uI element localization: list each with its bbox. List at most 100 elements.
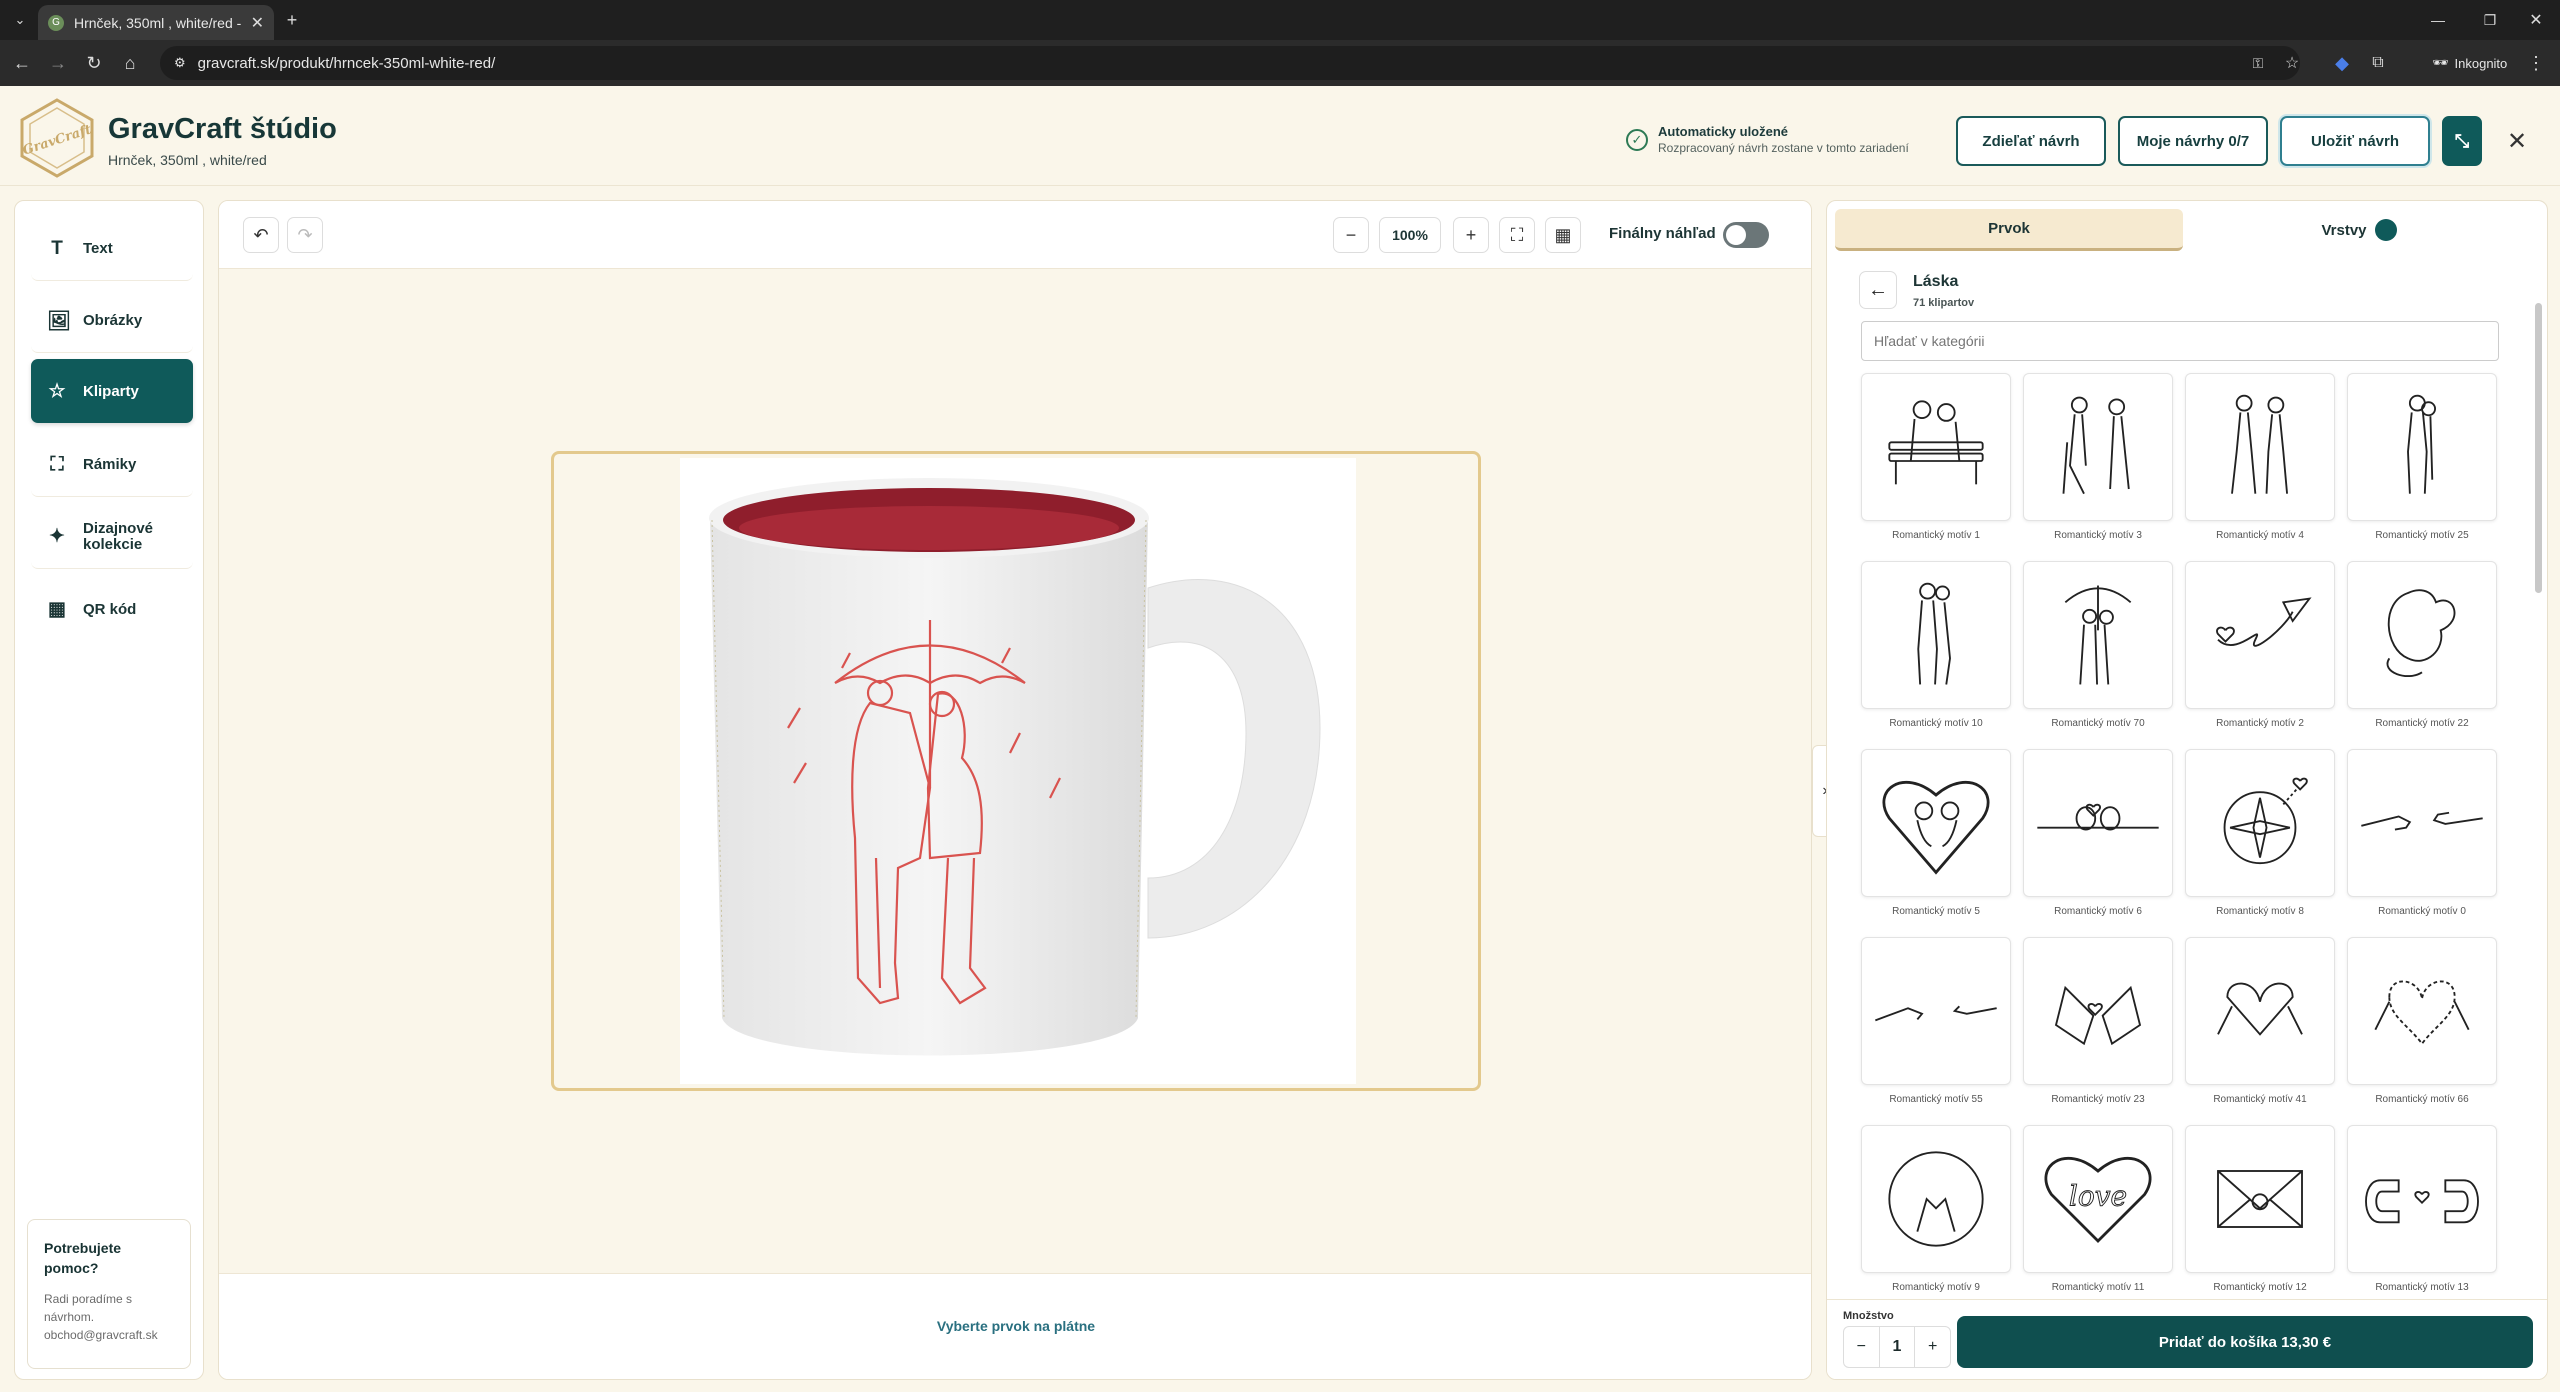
clipart-thumbnail[interactable]: [1861, 373, 2011, 521]
clipart-caption: Romantický motív 8: [2216, 906, 2304, 917]
sidebar-item-cliparts[interactable]: ☆ Kliparty: [31, 359, 193, 423]
undo-button[interactable]: ↶: [243, 217, 279, 253]
close-window-icon[interactable]: ✕: [2522, 6, 2550, 34]
sidebar-item-qr[interactable]: ▦ QR kód: [31, 577, 193, 641]
fit-screen-button[interactable]: ⛶: [1499, 217, 1535, 253]
clipart-thumbnail[interactable]: [2185, 1125, 2335, 1273]
clipart-thumbnail[interactable]: [1861, 1125, 2011, 1273]
exit-fullscreen-button[interactable]: ⤡: [2442, 116, 2482, 166]
site-info-icon[interactable]: ⚙: [174, 55, 186, 71]
forward-icon[interactable]: →: [44, 49, 72, 77]
browser-menu-icon[interactable]: ⋮: [2522, 49, 2550, 77]
clipart-item[interactable]: Romantický motív 8: [2185, 749, 2335, 927]
final-preview-toggle[interactable]: [1723, 222, 1769, 248]
artboard[interactable]: [551, 451, 1481, 1091]
clipart-thumbnail[interactable]: [2185, 373, 2335, 521]
sidebar-item-collections[interactable]: ✦ Dizajnové kolekcie: [31, 505, 193, 569]
password-key-icon[interactable]: ⚿: [2244, 49, 2272, 77]
back-button[interactable]: ←: [1859, 271, 1897, 309]
clipart-item[interactable]: Romantický motív 4: [2185, 373, 2335, 551]
clipart-item[interactable]: Romantický motív 66: [2347, 937, 2497, 1115]
clipart-caption: Romantický motív 6: [2054, 906, 2142, 917]
clipart-thumbnail[interactable]: [2023, 749, 2173, 897]
redo-icon: ↷: [297, 224, 313, 245]
clipart-thumbnail[interactable]: [1861, 561, 2011, 709]
clipart-item[interactable]: Romantický motív 12: [2185, 1125, 2335, 1303]
clipart-thumbnail[interactable]: [2347, 1125, 2497, 1273]
url-field[interactable]: ⚙ gravcraft.sk/produkt/hrncek-350ml-whit…: [160, 46, 2300, 80]
clipart-item[interactable]: Romantický motív 0: [2347, 749, 2497, 927]
clipart-thumbnail[interactable]: [2347, 373, 2497, 521]
scrollbar-thumb[interactable]: [2535, 303, 2542, 593]
reload-icon[interactable]: ↻: [80, 49, 108, 77]
clipart-item[interactable]: Romantický motív 25: [2347, 373, 2497, 551]
zoom-in-button[interactable]: +: [1453, 217, 1489, 253]
clipart-item[interactable]: Romantický motív 22: [2347, 561, 2497, 739]
incognito-indicator[interactable]: 🕶 Inkognito: [2420, 48, 2519, 78]
add-to-cart-button[interactable]: Pridať do košíka 13,30 €: [1957, 1316, 2533, 1368]
properties-panel: Prvok Vrstvy ← Láska 71 klipartov Romant…: [1826, 200, 2548, 1380]
decrease-quantity-button[interactable]: −: [1844, 1338, 1879, 1356]
clipart-item[interactable]: Romantický motív 5: [1861, 749, 2011, 927]
clipart-thumbnail[interactable]: love: [2023, 1125, 2173, 1273]
clipart-item[interactable]: Romantický motív 70: [2023, 561, 2173, 739]
clipart-thumbnail[interactable]: [2023, 373, 2173, 521]
clipart-thumbnail[interactable]: [1861, 749, 2011, 897]
bookmark-star-icon[interactable]: ☆: [2278, 49, 2306, 77]
quantity-stepper[interactable]: − 1 +: [1843, 1326, 1951, 1368]
clipart-thumbnail[interactable]: [2347, 937, 2497, 1085]
my-designs-button[interactable]: Moje návrhy 0/7: [2118, 116, 2268, 166]
clipart-thumbnail[interactable]: [1861, 937, 2011, 1085]
tab-layers-label: Vrstvy: [2321, 221, 2367, 239]
sidebar-item-frames[interactable]: ⛶ Rámiky: [31, 433, 193, 497]
clipart-thumbnail[interactable]: [2347, 561, 2497, 709]
clipart-item[interactable]: Romantický motív 6: [2023, 749, 2173, 927]
clipart-item[interactable]: Romantický motív 2: [2185, 561, 2335, 739]
clipart-item[interactable]: Romantický motív 10: [1861, 561, 2011, 739]
zoom-out-button[interactable]: −: [1333, 217, 1369, 253]
help-email[interactable]: obchod@gravcraft.sk: [44, 1326, 174, 1344]
quantity-label: Množstvo: [1843, 1310, 1894, 1322]
save-design-button[interactable]: Uložiť návrh: [2280, 116, 2430, 166]
clipart-thumbnail[interactable]: [2347, 749, 2497, 897]
tab-layers[interactable]: Vrstvy: [2185, 209, 2533, 251]
close-editor-icon[interactable]: ✕: [2498, 122, 2536, 160]
clipart-thumbnail[interactable]: [2185, 561, 2335, 709]
qr-icon: ▦: [48, 598, 66, 620]
minimize-icon[interactable]: —: [2424, 6, 2452, 34]
back-icon[interactable]: ←: [8, 49, 36, 77]
extension-icon[interactable]: ◆: [2328, 49, 2356, 77]
clipart-item[interactable]: Romantický motív 41: [2185, 937, 2335, 1115]
clipart-item[interactable]: Romantický motív 1: [1861, 373, 2011, 551]
tab-element[interactable]: Prvok: [1835, 209, 2183, 251]
clipart-item[interactable]: Romantický motív 13: [2347, 1125, 2497, 1303]
clipart-thumbnail[interactable]: [2023, 561, 2173, 709]
browser-tab-bar: ⌄ G Hrnček, 350ml , white/red - ✕ + — ❐ …: [0, 0, 2560, 40]
share-design-button[interactable]: Zdieľať návrh: [1956, 116, 2106, 166]
clipart-thumbnail[interactable]: [2185, 749, 2335, 897]
sidebar-item-text[interactable]: T Text: [31, 217, 193, 281]
collapse-arrows-icon: ⤡: [2454, 130, 2470, 151]
redo-button[interactable]: ↷: [287, 217, 323, 253]
new-tab-icon[interactable]: +: [278, 6, 306, 34]
category-search-input[interactable]: [1861, 321, 2499, 361]
restore-icon[interactable]: ❐: [2476, 6, 2504, 34]
close-tab-icon[interactable]: ✕: [251, 13, 264, 33]
clipart-thumbnail[interactable]: [2185, 937, 2335, 1085]
extensions-puzzle-icon[interactable]: ⧉: [2364, 49, 2392, 77]
clipart-item[interactable]: Romantický motív 55: [1861, 937, 2011, 1115]
home-icon[interactable]: ⌂: [116, 49, 144, 77]
clipart-item[interactable]: Romantický motív 23: [2023, 937, 2173, 1115]
browser-tab[interactable]: G Hrnček, 350ml , white/red - ✕: [38, 5, 274, 40]
panel-scrollbar[interactable]: [2533, 263, 2543, 1293]
grid-toggle-button[interactable]: ▦: [1545, 217, 1581, 253]
clipart-thumbnail[interactable]: [2023, 937, 2173, 1085]
clipart-item[interactable]: love Romantický motív 11: [2023, 1125, 2173, 1303]
clipart-item[interactable]: Romantický motív 3: [2023, 373, 2173, 551]
clipart-item[interactable]: Romantický motív 9: [1861, 1125, 2011, 1303]
quantity-value[interactable]: 1: [1878, 1327, 1916, 1367]
design-canvas-area: ↶ ↷ − 100% + ⛶ ▦ Finálny náhľad Vyberte …: [218, 200, 1812, 1380]
increase-quantity-button[interactable]: +: [1915, 1338, 1950, 1356]
tab-search-icon[interactable]: ⌄: [6, 6, 34, 34]
sidebar-item-images[interactable]: 🖼 Obrázky: [31, 289, 193, 353]
